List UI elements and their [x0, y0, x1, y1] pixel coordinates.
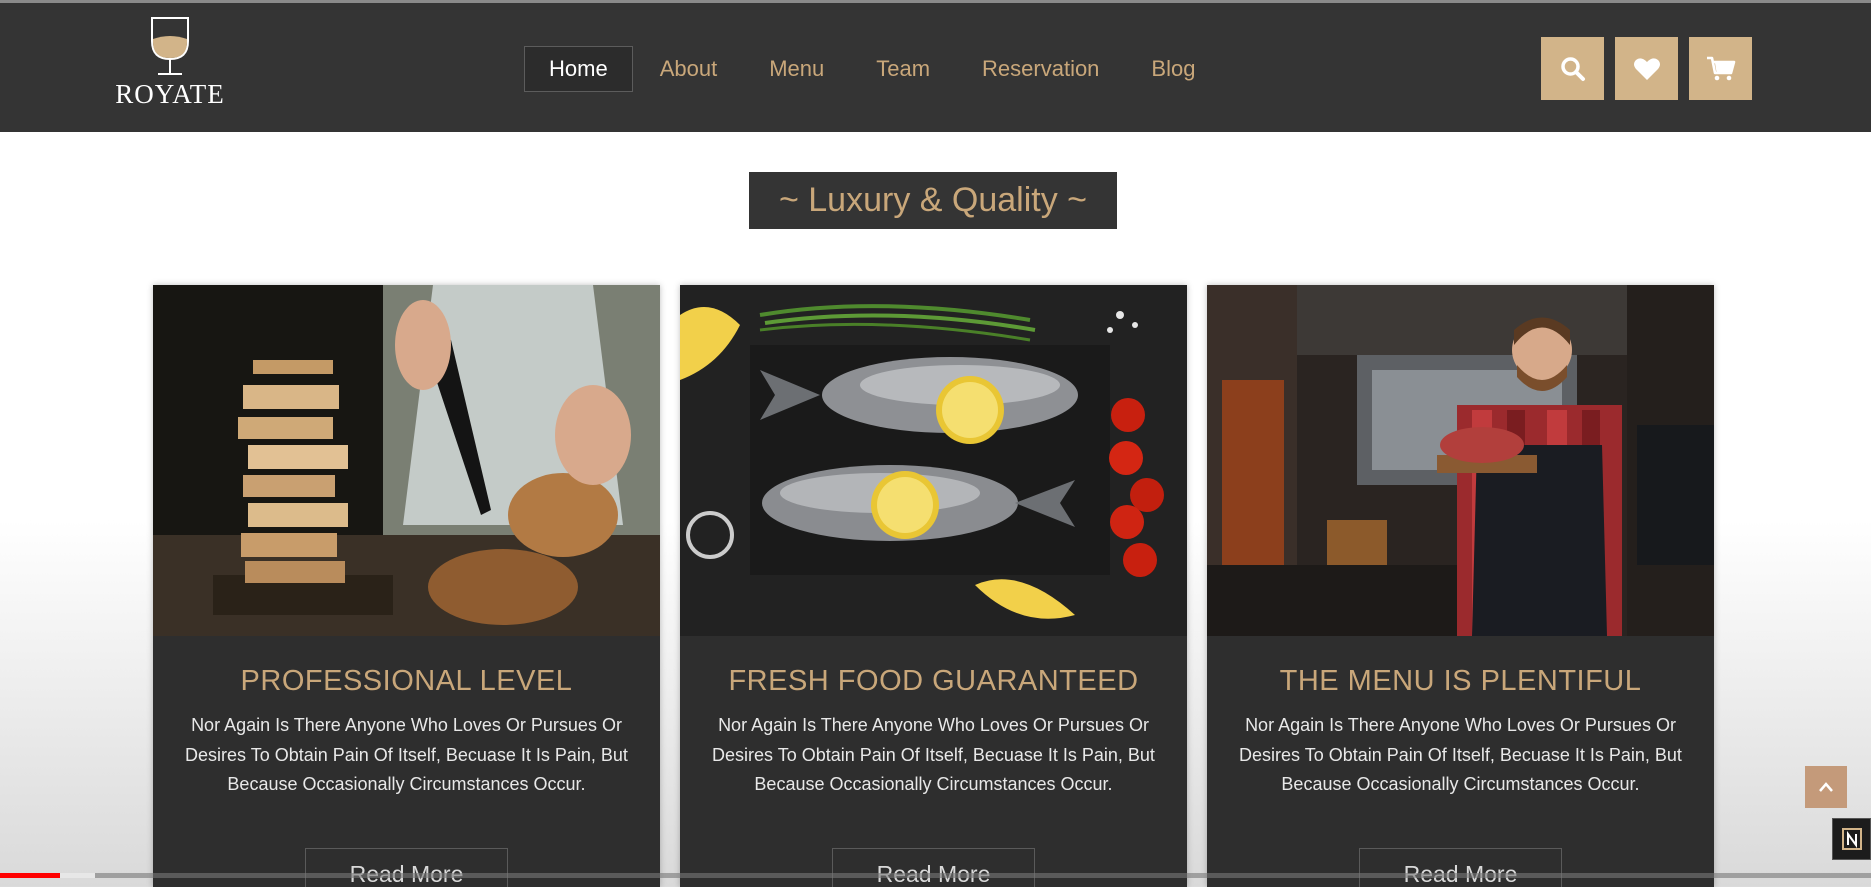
main-nav: Home About Menu Team Reservation Blog	[524, 46, 1220, 92]
brand-name: ROYATE	[115, 79, 225, 109]
wine-glass-icon	[151, 17, 189, 75]
channel-logo-icon	[1841, 828, 1862, 850]
card-title: PROFESSIONAL LEVEL	[240, 665, 573, 697]
feature-card-menu: THE MENU IS PLENTIFUL Nor Again Is There…	[1207, 285, 1714, 887]
cart-button[interactable]	[1689, 37, 1752, 100]
wishlist-button[interactable]	[1615, 37, 1678, 100]
cart-icon	[1706, 56, 1735, 80]
read-more-button[interactable]: Read More	[832, 848, 1035, 887]
nav-home[interactable]: Home	[524, 46, 633, 92]
read-more-button[interactable]: Read More	[305, 848, 508, 887]
search-icon	[1560, 56, 1585, 81]
heart-icon	[1633, 57, 1660, 80]
card-title: FRESH FOOD GUARANTEED	[728, 665, 1139, 697]
feature-card-professional: PROFESSIONAL LEVEL Nor Again Is There An…	[153, 285, 660, 887]
card-description: Nor Again Is There Anyone Who Loves Or P…	[712, 715, 1155, 794]
navbar: ROYATE Home About Menu Team Reservation …	[0, 3, 1871, 132]
brand-logo[interactable]: ROYATE	[105, 15, 235, 125]
feature-card-fresh-food: FRESH FOOD GUARANTEED Nor Again Is There…	[680, 285, 1187, 887]
video-played-bar	[0, 873, 60, 878]
chevron-up-icon	[1819, 782, 1833, 792]
chef-cutting-bread-photo	[153, 285, 660, 636]
channel-watermark	[1832, 818, 1871, 860]
chef-holding-meat-photo	[1207, 285, 1714, 636]
section-title: ~ Luxury & Quality ~	[749, 172, 1117, 229]
card-description: Nor Again Is There Anyone Who Loves Or P…	[185, 715, 628, 794]
fish-with-lemon-photo	[680, 285, 1187, 636]
nav-menu[interactable]: Menu	[744, 46, 849, 92]
card-title: THE MENU IS PLENTIFUL	[1279, 665, 1642, 697]
video-progress-bar[interactable]	[0, 873, 1871, 878]
nav-reservation[interactable]: Reservation	[957, 46, 1124, 92]
scroll-to-top-button[interactable]	[1805, 766, 1847, 808]
card-description: Nor Again Is There Anyone Who Loves Or P…	[1239, 715, 1682, 794]
nav-blog[interactable]: Blog	[1126, 46, 1220, 92]
nav-team[interactable]: Team	[851, 46, 955, 92]
search-button[interactable]	[1541, 37, 1604, 100]
nav-about[interactable]: About	[635, 46, 743, 92]
read-more-button[interactable]: Read More	[1359, 848, 1562, 887]
